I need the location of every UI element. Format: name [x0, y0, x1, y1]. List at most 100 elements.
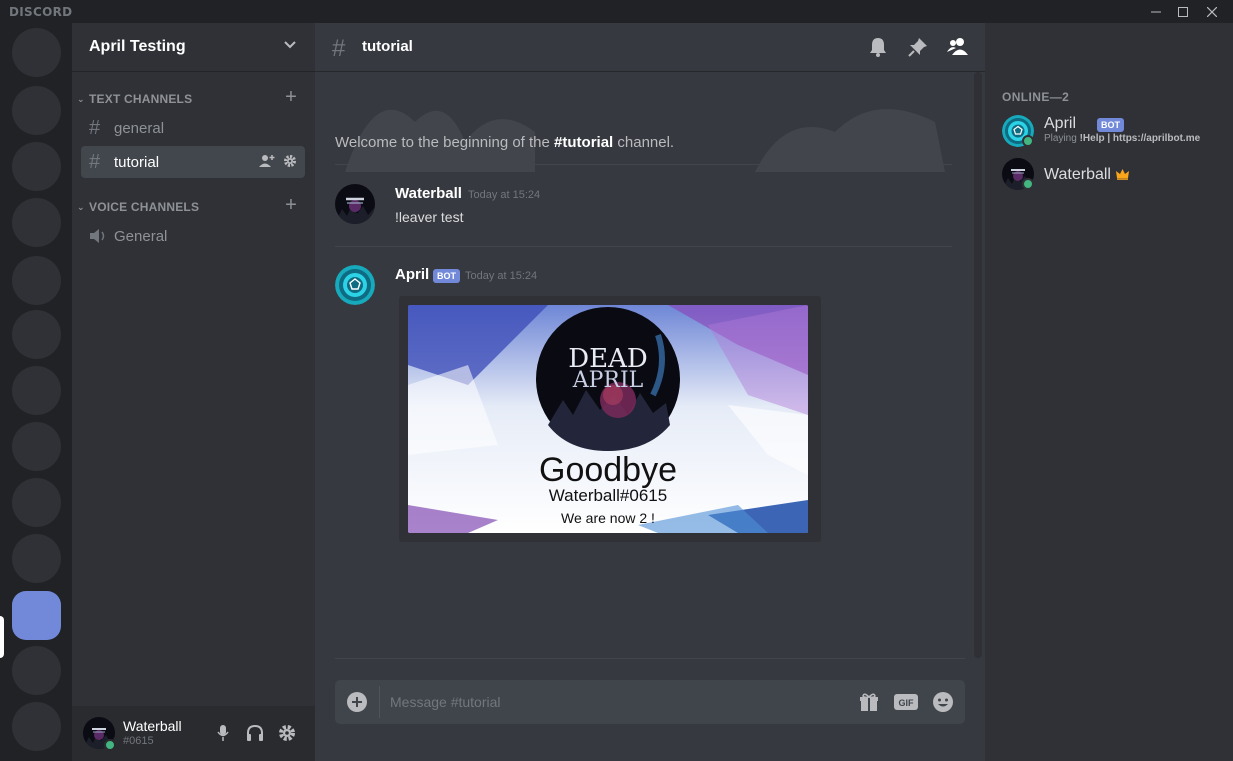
- app-brand: DISCORD: [9, 5, 73, 19]
- online-header: ONLINE—2: [1002, 90, 1070, 104]
- goodbye-count: We are now 2 !: [561, 510, 655, 526]
- message-timestamp: Today at 15:24: [468, 189, 541, 201]
- channel-general[interactable]: # general: [81, 112, 305, 144]
- member-name: April: [1044, 115, 1077, 132]
- welcome-channel: #tutorial: [554, 134, 614, 151]
- bot-badge: BOT: [1097, 118, 1124, 132]
- goodbye-title: Goodbye: [539, 451, 677, 489]
- guild-name: April Testing: [89, 38, 186, 55]
- headphones-icon[interactable]: [246, 724, 264, 742]
- message-input[interactable]: [390, 680, 840, 724]
- category-text-channels[interactable]: ⌄ TEXT CHANNELS +: [77, 86, 307, 108]
- member-activity: Playing !Help | https://aprilbot.me: [1044, 133, 1200, 144]
- channel-label: General: [114, 227, 168, 245]
- chevron-down-icon: [284, 41, 296, 49]
- message-embed: DEAD APRIL Goodbye Waterball#0615 We are…: [399, 296, 821, 542]
- online-status-dot: [1022, 135, 1034, 147]
- channel-tutorial[interactable]: # tutorial: [81, 146, 305, 178]
- crown-icon: [1116, 169, 1129, 180]
- caret-down-icon: ⌄: [77, 201, 85, 212]
- server-icon[interactable]: [12, 366, 61, 415]
- hash-icon: #: [89, 116, 101, 139]
- divider: [335, 246, 952, 247]
- user-panel: Waterball #0615: [72, 706, 315, 761]
- voice-channel-general[interactable]: General: [81, 220, 305, 252]
- hash-icon: #: [89, 150, 101, 173]
- channel-sidebar: April Testing ⌄ TEXT CHANNELS + # genera…: [72, 23, 315, 761]
- channel-welcome: Welcome to the beginning of the #tutoria…: [335, 134, 674, 151]
- category-label: VOICE CHANNELS: [89, 200, 200, 214]
- message-list[interactable]: Welcome to the beginning of the #tutoria…: [315, 72, 985, 658]
- add-channel-button[interactable]: +: [285, 86, 297, 109]
- chat-header: # tutorial ?: [315, 23, 1208, 72]
- welcome-illustration: [345, 109, 945, 172]
- message-timestamp: Today at 15:24: [465, 270, 538, 282]
- scrollbar[interactable]: [974, 72, 982, 658]
- maximize-icon: [1178, 6, 1188, 17]
- channel-label: general: [114, 119, 165, 137]
- server-icon[interactable]: [12, 310, 61, 359]
- server-icon[interactable]: [12, 534, 61, 583]
- message-text: !leaver test: [395, 209, 464, 225]
- user-tag: #0615: [123, 735, 154, 747]
- hash-icon: #: [332, 35, 346, 62]
- close-button[interactable]: [1195, 0, 1229, 23]
- divider: [335, 658, 965, 659]
- guild-header[interactable]: April Testing: [72, 23, 315, 72]
- minimize-icon: [1151, 11, 1161, 12]
- server-icon[interactable]: [12, 646, 61, 695]
- divider: [335, 164, 952, 165]
- microphone-icon[interactable]: [217, 724, 229, 742]
- category-label: TEXT CHANNELS: [89, 92, 193, 106]
- gear-icon[interactable]: [283, 154, 297, 168]
- pin-icon[interactable]: [907, 36, 929, 58]
- server-icon[interactable]: [12, 422, 61, 471]
- server-icon[interactable]: [12, 28, 61, 77]
- channel-title: tutorial: [362, 38, 413, 55]
- logo-text-2: APRIL: [572, 368, 644, 393]
- member-list: ONLINE—2 April BOT Playing !Help | https…: [985, 23, 1233, 761]
- title-bar: DISCORD: [0, 0, 1233, 23]
- emoji-icon[interactable]: [932, 691, 954, 713]
- member-name: Waterball: [1044, 166, 1111, 183]
- invite-icon[interactable]: [259, 154, 275, 168]
- message-author[interactable]: Waterball: [395, 185, 462, 202]
- close-icon: [1207, 6, 1217, 17]
- message-author[interactable]: April: [395, 266, 429, 283]
- add-channel-button[interactable]: +: [285, 194, 297, 217]
- server-icon[interactable]: [12, 142, 61, 191]
- server-icon[interactable]: [12, 198, 61, 247]
- server-icon[interactable]: [12, 256, 61, 305]
- activity-text: !Help | https://aprilbot.me: [1079, 133, 1201, 144]
- welcome-prefix: Welcome to the beginning of the: [335, 134, 555, 151]
- category-voice-channels[interactable]: ⌄ VOICE CHANNELS +: [77, 194, 307, 216]
- gif-icon[interactable]: GIF: [894, 692, 918, 712]
- channel-label: tutorial: [114, 153, 160, 171]
- bell-icon[interactable]: [868, 36, 888, 58]
- user-name: Waterball: [123, 718, 182, 734]
- online-status-dot: [1022, 178, 1034, 190]
- server-icon[interactable]: [12, 702, 61, 751]
- message-composer: GIF: [335, 680, 965, 724]
- goodbye-user: Waterball#0615: [548, 486, 668, 505]
- online-status-dot: [104, 739, 116, 751]
- caret-down-icon: ⌄: [77, 93, 85, 104]
- avatar[interactable]: [335, 265, 375, 305]
- member-list-icon[interactable]: [946, 36, 970, 58]
- avatar[interactable]: [335, 184, 375, 224]
- bot-badge: BOT: [433, 269, 460, 283]
- server-icon-april-testing[interactable]: [12, 591, 61, 640]
- selected-server-indicator: [0, 616, 4, 658]
- server-icon[interactable]: [12, 86, 61, 135]
- settings-gear-icon[interactable]: [278, 724, 296, 742]
- speaker-icon: [90, 229, 105, 243]
- upload-plus-icon[interactable]: [346, 691, 368, 713]
- svg-text:GIF: GIF: [899, 698, 915, 708]
- goodbye-image[interactable]: DEAD APRIL Goodbye Waterball#0615 We are…: [408, 305, 808, 533]
- divider: [379, 686, 380, 718]
- gift-icon[interactable]: [858, 691, 880, 713]
- welcome-suffix: channel.: [613, 134, 675, 151]
- chat-area: # tutorial ? Welcome to the beginning of…: [315, 23, 1208, 761]
- activity-prefix: Playing: [1044, 133, 1080, 144]
- server-icon[interactable]: [12, 478, 61, 527]
